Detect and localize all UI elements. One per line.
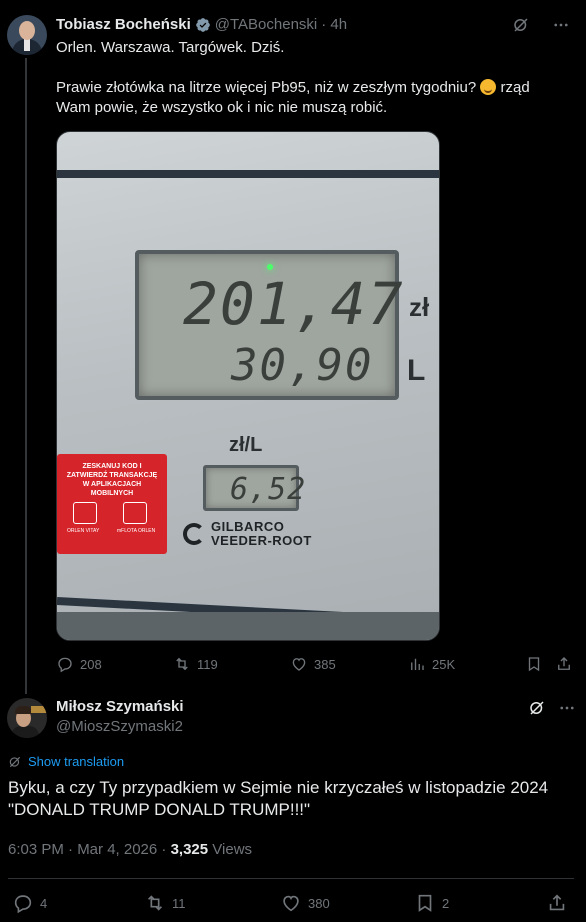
tweet-text-line: Orlen. Warszawa. Targówek. Dziś. — [56, 39, 285, 56]
tweet-text-part: Prawie złotówka na litrze więcej Pb95, n… — [56, 79, 477, 96]
heart-icon — [280, 892, 302, 914]
orlen-app-icon — [73, 502, 97, 524]
heart-icon — [290, 655, 308, 673]
repost-icon — [173, 655, 191, 673]
share-button[interactable] — [546, 892, 568, 914]
bookmark-count: 2 — [442, 895, 450, 911]
views-count: 3,325 — [170, 841, 209, 858]
unit-price-label: zł/L — [229, 434, 263, 456]
reply-icon — [56, 655, 74, 673]
verified-badge-icon[interactable] — [195, 17, 211, 33]
author-name[interactable]: Miłosz Szymański — [56, 698, 184, 715]
display-amount: 201,47 — [183, 270, 405, 338]
reply-button[interactable]: 208 — [56, 655, 102, 673]
repost-button[interactable]: 119 — [173, 655, 218, 673]
like-button[interactable]: 380 — [280, 892, 330, 914]
reply-count: 4 — [40, 895, 48, 911]
tweet-time[interactable]: · 4h — [321, 16, 347, 33]
unit-litre-label: L — [407, 354, 426, 387]
divider — [8, 878, 574, 879]
repost-count: 119 — [197, 656, 218, 672]
tweet-text-paragraph: Prawie złotówka na litrze więcej Pb95, n… — [56, 78, 556, 118]
pump-lower-panel — [57, 612, 439, 640]
show-translation-label: Show translation — [28, 754, 125, 769]
tweet-meta: 6:03 PM · Mar 4, 2026 · 3,325 Views — [8, 841, 252, 858]
show-translation-link[interactable]: Show translation — [8, 754, 124, 769]
pump-main-display: 201,47 30,90 — [135, 250, 403, 400]
share-button[interactable] — [555, 655, 573, 673]
upside-down-face-emoji-icon — [480, 79, 497, 95]
sign-caption: ORLEN VITAY — [67, 528, 100, 534]
tweet-text: Byku, a czy Ty przypadkiem w Sejmie nie … — [8, 778, 549, 819]
sign-text: ZESKANUJ KOD I ZATWIERDŹ TRANSAKCJĘ W AP… — [66, 463, 158, 497]
tweet-action-bar: 4 11 380 2 — [0, 892, 586, 914]
grok-icon[interactable] — [512, 16, 530, 34]
tweet-photo[interactable]: 201,47 30,90 zł L zł/L 6,52 ZESKANUJ KOD… — [56, 131, 440, 641]
pump-unit-price-display: 6,52 — [203, 465, 305, 511]
brand-line: GILBARCO — [211, 519, 285, 534]
share-icon — [546, 892, 568, 914]
like-button[interactable]: 385 — [290, 655, 336, 673]
sign-caption: mFLOTA ORLEN — [117, 528, 156, 534]
bookmark-button[interactable]: 2 — [414, 892, 449, 914]
timestamp[interactable]: 6:03 PM · Mar 4, 2026 · — [8, 841, 171, 858]
more-options-icon[interactable] — [558, 699, 576, 717]
repost-button[interactable]: 11 — [144, 892, 186, 914]
views-label: Views — [208, 841, 253, 858]
author-handle[interactable]: @MioszSzymaski2 — [56, 718, 183, 735]
views-count: 25K — [432, 656, 456, 672]
views-button[interactable]: 25K — [408, 655, 455, 673]
more-options-icon[interactable] — [552, 16, 570, 34]
views-chart-icon — [408, 655, 426, 673]
like-count: 380 — [308, 895, 330, 911]
avatar[interactable] — [7, 15, 47, 55]
flota-app-icon — [123, 502, 147, 524]
author-handle[interactable]: @TABochenski — [215, 16, 318, 33]
display-volume: 30,90 — [231, 340, 374, 391]
reply-icon — [12, 892, 34, 914]
display-unit-price: 6,52 — [230, 472, 307, 507]
reply-button[interactable]: 4 — [12, 892, 47, 914]
payment-sign: ZESKANUJ KOD I ZATWIERDŹ TRANSAKCJĘ W AP… — [57, 454, 167, 554]
translate-icon — [8, 755, 22, 769]
brand-line: VEEDER-ROOT — [211, 533, 312, 548]
pump-brand-logo: GILBARCO VEEDER-ROOT — [183, 520, 312, 548]
share-icon — [555, 655, 573, 673]
parent-tweet[interactable]: Tobiasz Bocheński @TABochenski · 4h Orle… — [0, 0, 586, 694]
bookmark-icon — [414, 892, 436, 914]
thread-connector-line — [25, 58, 27, 694]
bookmark-icon — [525, 655, 543, 673]
unit-pln-label: zł — [409, 292, 430, 322]
grok-icon[interactable] — [528, 699, 546, 717]
avatar[interactable] — [7, 698, 47, 738]
pump-stripe — [57, 170, 439, 178]
author-name[interactable]: Tobiasz Bocheński — [56, 16, 191, 33]
tweet-action-bar: 208 119 385 25K — [0, 652, 586, 676]
bookmark-button[interactable] — [525, 655, 543, 673]
repost-count: 11 — [172, 895, 186, 911]
repost-icon — [144, 892, 166, 914]
reply-count: 208 — [80, 656, 102, 672]
gilbarco-logo-icon — [183, 523, 205, 545]
tweet-header: Tobiasz Bocheński @TABochenski · 4h — [56, 16, 347, 33]
like-count: 385 — [314, 656, 336, 672]
